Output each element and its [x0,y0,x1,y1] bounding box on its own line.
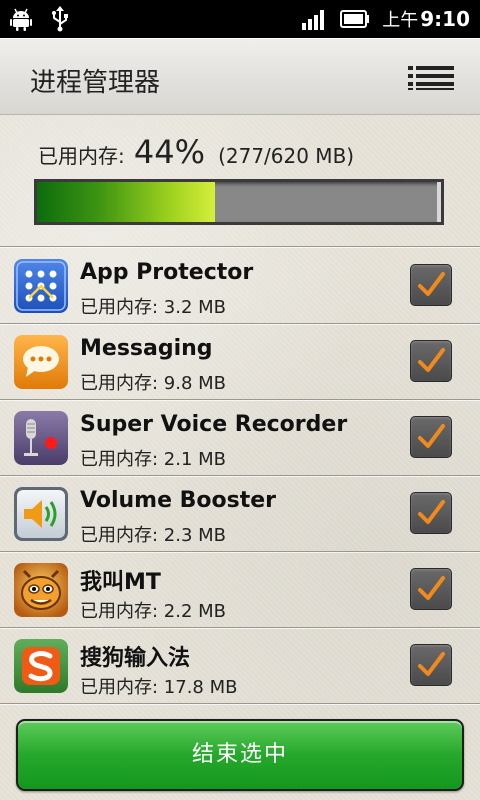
page-title: 进程管理器 [30,68,161,98]
signal-icon [302,8,328,30]
process-checkbox[interactable] [410,416,452,458]
memory-usage-text: 已用内存: 44% (277/620 MB) [38,133,354,171]
process-memory: 已用内存: 2.1 MB [80,449,227,470]
process-name: 搜狗输入法 [80,646,191,671]
process-name: Messaging [80,336,213,361]
process-name: App Protector [80,260,254,285]
list-item[interactable]: 我叫MT 已用内存: 2.2 MB [0,552,480,628]
list-item[interactable]: Messaging 已用内存: 9.8 MB [0,324,480,400]
process-memory: 已用内存: 17.8 MB [80,677,238,698]
mt-game-icon [14,563,68,617]
process-checkbox[interactable] [410,644,452,686]
menu-button[interactable] [408,66,454,92]
memory-summary: 已用内存: 44% (277/620 MB) [0,115,480,247]
usb-icon [50,6,70,32]
memory-progress-bar [34,179,444,225]
process-memory: 已用内存: 2.2 MB [80,601,227,622]
memory-progress-fill [37,182,215,222]
battery-icon [340,10,370,28]
process-checkbox[interactable] [410,340,452,382]
android-icon [10,7,32,31]
memory-label: 已用内存: [38,144,125,168]
app-protector-icon [14,259,68,313]
process-checkbox[interactable] [410,264,452,306]
status-bar: 上午 9:10 [0,0,480,38]
process-memory: 已用内存: 2.3 MB [80,525,227,546]
process-memory: 已用内存: 3.2 MB [80,297,227,318]
process-list: App Protector 已用内存: 3.2 MB Messaging 已用内… [0,248,480,704]
memory-percent: 44% [133,133,205,171]
checkmark-icon [418,272,445,296]
memory-detail: (277/620 MB) [218,144,355,168]
process-checkbox[interactable] [410,568,452,610]
messaging-icon [14,335,68,389]
list-item[interactable]: Volume Booster 已用内存: 2.3 MB [0,476,480,552]
title-bar: 进程管理器 [0,38,480,115]
process-name: Volume Booster [80,488,277,513]
list-item[interactable]: Super Voice Recorder 已用内存: 2.1 MB [0,400,480,476]
process-memory: 已用内存: 9.8 MB [80,373,227,394]
checkmark-icon [418,576,445,600]
list-item[interactable]: App Protector 已用内存: 3.2 MB [0,248,480,324]
checkmark-icon [418,424,445,448]
process-name: Super Voice Recorder [80,412,348,437]
end-selected-button[interactable]: 结束选中 [16,719,464,791]
checkmark-icon [418,652,445,676]
checkmark-icon [418,500,445,524]
process-name: 我叫MT [80,570,161,595]
status-time: 上午 9:10 [382,7,470,31]
process-checkbox[interactable] [410,492,452,534]
checkmark-icon [418,348,445,372]
list-item[interactable]: 搜狗输入法 已用内存: 17.8 MB [0,628,480,704]
sogou-input-icon [14,639,68,693]
volume-booster-icon [14,487,68,541]
voice-recorder-icon [14,411,68,465]
